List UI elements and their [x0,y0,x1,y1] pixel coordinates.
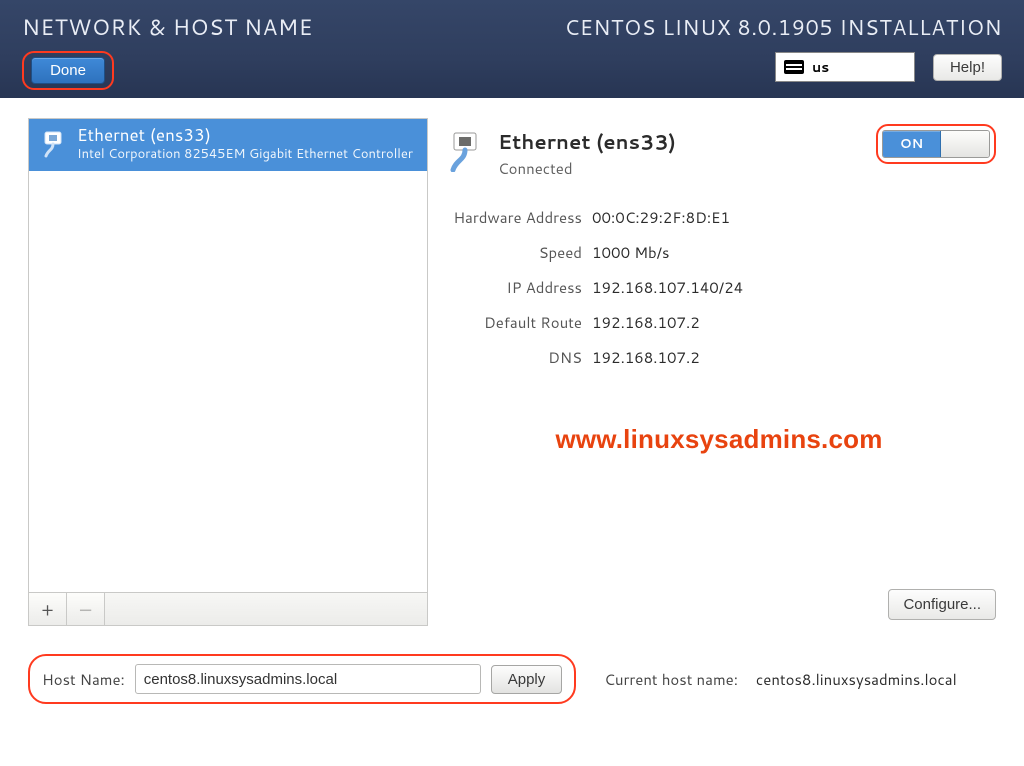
current-hostname-value: centos8.linuxsysadmins.local [756,669,957,690]
body: Ethernet (ens33) Intel Corporation 82545… [0,98,1024,766]
speed-label: Speed [444,242,582,263]
default-route-label: Default Route [444,312,582,333]
keyboard-layout-selector[interactable]: us [775,52,915,82]
device-list-panel: Ethernet (ens33) Intel Corporation 82545… [28,118,428,626]
device-item-text: Ethernet (ens33) Intel Corporation 82545… [77,125,417,163]
device-item-name: Ethernet (ens33) [77,125,417,146]
detail-title-block: Ethernet (ens33) Connected [498,128,676,179]
columns: Ethernet (ens33) Intel Corporation 82545… [28,118,996,626]
header-bar: NETWORK & HOST NAME Done CENTOS LINUX 8.… [0,0,1024,98]
keyboard-icon [784,60,804,74]
connection-toggle[interactable]: ON [882,130,990,158]
configure-button[interactable]: Configure... [888,589,996,620]
device-list-item[interactable]: Ethernet (ens33) Intel Corporation 82545… [29,119,427,171]
dns-label: DNS [444,347,582,368]
apply-button[interactable]: Apply [491,665,563,694]
page-title: NETWORK & HOST NAME [22,12,313,43]
hw-address-label: Hardware Address [444,207,582,228]
detail-title: Ethernet (ens33) [498,128,676,156]
hw-address-value: 00:0C:29:2F:8D:E1 [592,207,996,228]
current-hostname-label: Current host name: [604,669,738,690]
current-hostname: Current host name: centos8.linuxsysadmin… [604,669,956,690]
device-item-subtitle: Intel Corporation 82545EM Gigabit Ethern… [77,146,417,162]
toggle-knob [941,131,989,157]
hostname-row: Host Name: Apply Current host name: cent… [28,654,996,704]
ethernet-icon [39,129,67,159]
ethernet-icon [444,130,486,172]
hostname-input[interactable] [135,664,481,694]
keyboard-layout-label: us [812,57,829,77]
done-button[interactable]: Done [31,57,105,84]
detail-status: Connected [498,158,676,179]
device-toolbar: + − [29,592,427,625]
add-device-button[interactable]: + [29,593,67,625]
installer-title: CENTOS LINUX 8.0.1905 INSTALLATION [564,12,1002,42]
device-detail-panel: Ethernet (ens33) Connected ON Hardware A… [442,118,996,626]
remove-device-button[interactable]: − [67,593,105,625]
toggle-on-label: ON [883,131,941,157]
header-left: NETWORK & HOST NAME Done [22,12,313,98]
default-route-value: 192.168.107.2 [592,312,996,333]
speed-value: 1000 Mb/s [592,242,996,263]
dns-value: 192.168.107.2 [592,347,996,368]
toggle-highlight: ON [876,124,996,164]
device-list[interactable]: Ethernet (ens33) Intel Corporation 82545… [29,119,427,592]
ip-address-value: 192.168.107.140/24 [592,277,996,298]
header-controls: us Help! [775,52,1002,82]
watermark-text: www.linuxsysadmins.com [555,424,882,455]
help-button[interactable]: Help! [933,54,1002,81]
hostname-label: Host Name: [42,669,125,690]
header-right: CENTOS LINUX 8.0.1905 INSTALLATION us He… [564,12,1002,98]
done-highlight: Done [22,51,114,90]
detail-properties: Hardware Address 00:0C:29:2F:8D:E1 Speed… [444,207,996,368]
hostname-highlight: Host Name: Apply [28,654,576,704]
ip-address-label: IP Address [444,277,582,298]
